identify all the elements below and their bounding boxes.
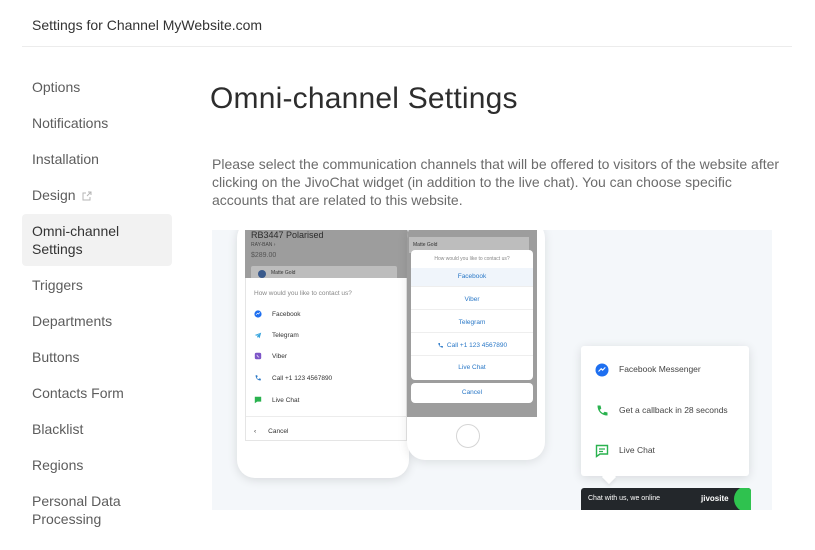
phone-icon — [597, 405, 608, 416]
channel-popup: Facebook Messenger Get a callback in 28 … — [581, 346, 749, 485]
product-price: $289.00 — [251, 252, 277, 259]
contact-option-facebook: Facebook — [254, 310, 301, 320]
jivosite-logo: jivosite — [701, 494, 729, 503]
contact-question: How would you like to contact us? — [254, 290, 352, 297]
swatch-dot — [258, 270, 266, 278]
messenger-icon — [595, 363, 609, 377]
action-sheet: How would you like to contact us? Facebo… — [411, 250, 533, 380]
page-description: Please select the communication channels… — [212, 156, 780, 208]
phone-mockup-right: Matte Gold How would you like to contact… — [407, 230, 545, 460]
chat-widget-text: Chat with us, we online — [588, 495, 660, 502]
sidebar-item-triggers[interactable]: Triggers — [22, 268, 172, 302]
header-divider — [22, 46, 792, 47]
sidebar-item-regions[interactable]: Regions — [22, 448, 172, 482]
swatch-label: Matte Gold — [271, 270, 296, 276]
sidebar-item-personal-data-processing[interactable]: Personal Data Processing — [22, 484, 172, 536]
sidebar-item-contacts-form[interactable]: Contacts Form — [22, 376, 172, 410]
popup-item-live-chat: Live Chat — [595, 442, 655, 458]
chat-widget-bar: Chat with us, we online jivosite — [581, 488, 751, 510]
product-area: RB3447 Polarised RAY-BAN › $289.00 Matte… — [245, 230, 409, 280]
popup-item-callback: Get a callback in 28 seconds — [595, 402, 728, 418]
action-option-call: Call +1 123 4567890 — [411, 337, 533, 355]
chat-icon — [254, 397, 262, 404]
telegram-icon — [254, 332, 262, 339]
back-icon: ‹ — [254, 428, 257, 435]
action-sheet-question: How would you like to contact us? — [434, 256, 510, 262]
sidebar-item-installation[interactable]: Installation — [22, 142, 172, 176]
viber-icon — [254, 353, 262, 360]
popup-item-facebook-messenger: Facebook Messenger — [595, 361, 701, 377]
phone-mockup-left: RB3447 Polarised RAY-BAN › $289.00 Matte… — [237, 230, 409, 478]
sidebar-item-design[interactable]: Design — [22, 178, 172, 212]
chat-icon — [595, 444, 609, 458]
contact-option-live-chat: Live Chat — [254, 396, 299, 406]
phone-icon — [438, 342, 443, 348]
settings-sidebar: Options Notifications Installation Desig… — [22, 70, 172, 538]
product-name: RB3447 Polarised — [251, 230, 324, 240]
contact-option-call: Call +1 123 4567890 — [254, 374, 332, 384]
chat-widget-accent — [734, 488, 751, 510]
sidebar-item-departments[interactable]: Departments — [22, 304, 172, 338]
messenger-icon — [254, 310, 262, 318]
action-sheet-cancel: Cancel — [411, 383, 533, 403]
action-option-live-chat: Live Chat — [458, 364, 486, 371]
sidebar-item-omni-channel-settings[interactable]: Omni-channel Settings — [22, 214, 172, 266]
sidebar-item-blacklist[interactable]: Blacklist — [22, 412, 172, 446]
contact-sheet: How would you like to contact us? Facebo… — [245, 278, 407, 441]
phone-icon — [255, 375, 261, 381]
action-option-facebook: Facebook — [411, 268, 533, 286]
popup-tail — [601, 469, 617, 485]
action-option-viber: Viber — [464, 296, 480, 303]
sheet-divider — [246, 416, 406, 417]
sidebar-item-buttons[interactable]: Buttons — [22, 340, 172, 374]
home-button-icon — [456, 424, 480, 448]
sidebar-item-options[interactable]: Options — [22, 70, 172, 104]
omnichannel-illustration: RB3447 Polarised RAY-BAN › $289.00 Matte… — [212, 230, 772, 510]
contact-option-viber: Viber — [254, 352, 287, 362]
product-brand: RAY-BAN › — [251, 242, 276, 248]
contact-cancel: ‹ Cancel — [254, 428, 289, 435]
page-title: Omni-channel Settings — [210, 82, 518, 115]
settings-header-title: Settings for Channel MyWebsite.com — [32, 17, 263, 33]
sidebar-item-label: Design — [32, 187, 76, 203]
sidebar-item-notifications[interactable]: Notifications — [22, 106, 172, 140]
action-option-telegram: Telegram — [458, 319, 486, 326]
external-link-icon — [82, 191, 92, 201]
contact-option-telegram: Telegram — [254, 331, 299, 341]
